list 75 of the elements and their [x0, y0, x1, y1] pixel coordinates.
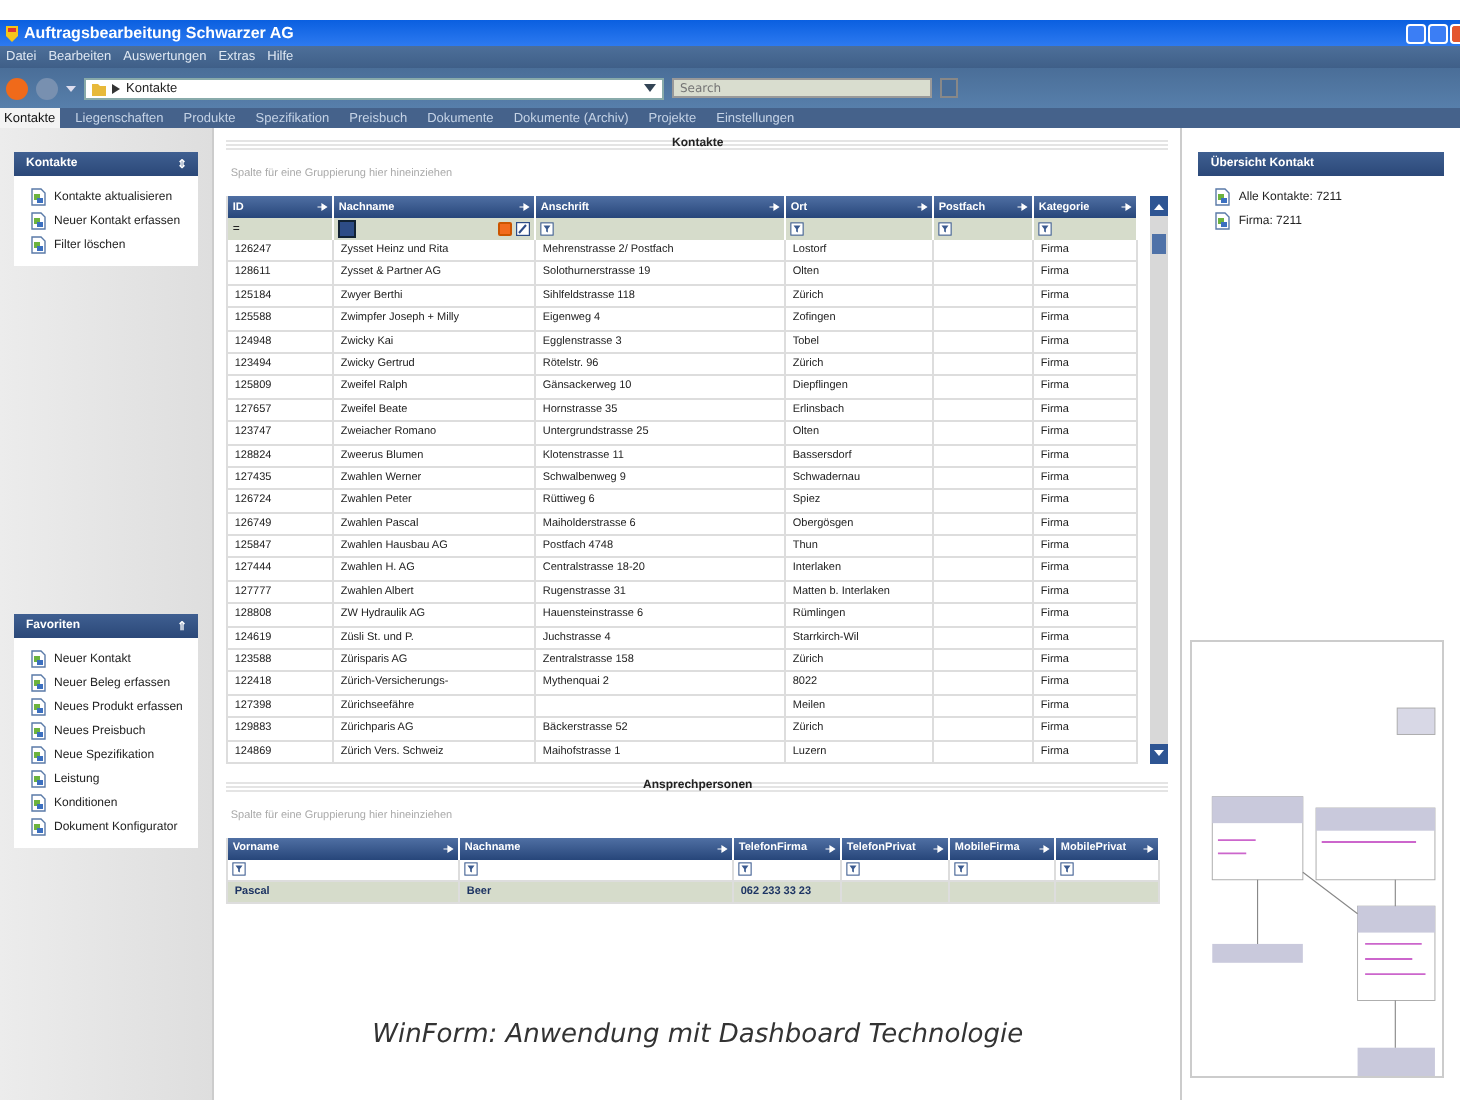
- pin-icon[interactable]: [768, 202, 781, 212]
- filter-icon[interactable]: [938, 222, 953, 236]
- close-button[interactable]: [1450, 23, 1460, 43]
- app-icon: [6, 25, 18, 41]
- filter-icon[interactable]: [954, 862, 969, 877]
- pin-icon[interactable]: [716, 843, 729, 854]
- caret-icon[interactable]: [644, 84, 656, 92]
- scroll-up-button[interactable]: [1150, 196, 1169, 216]
- document-icon: [30, 770, 46, 788]
- document-icon: [30, 188, 46, 206]
- document-icon: [1214, 212, 1231, 230]
- breadcrumb-arrow-icon[interactable]: [112, 83, 120, 93]
- document-icon: [30, 674, 46, 692]
- table-cell: [934, 604, 1035, 628]
- edit-icon[interactable]: [516, 222, 531, 236]
- table-cell: [934, 376, 1035, 400]
- table-cell: [934, 741, 1035, 764]
- filter-field[interactable]: [338, 220, 357, 238]
- table-cell: [934, 490, 1035, 514]
- up-arrow-icon: [1154, 203, 1165, 209]
- pin-icon[interactable]: [1120, 202, 1133, 212]
- pin-icon[interactable]: [916, 202, 929, 212]
- document-icon: [30, 698, 46, 716]
- window-title: Auftragsbearbeitung Schwarzer AG: [24, 24, 294, 42]
- table-cell: [934, 695, 1035, 719]
- table-cell: [934, 558, 1035, 582]
- table-cell: [934, 718, 1035, 742]
- table-cell: [934, 467, 1035, 491]
- table-cell: [934, 650, 1035, 673]
- filter-icon[interactable]: [846, 862, 861, 877]
- table-cell: [934, 399, 1035, 423]
- table-cell: [934, 331, 1035, 354]
- restore-button[interactable]: [1428, 23, 1448, 43]
- table-cell: [934, 308, 1035, 332]
- table-cell: [934, 581, 1035, 605]
- scroll-thumb[interactable]: [1152, 233, 1167, 254]
- table-cell: [934, 262, 1035, 286]
- pin-icon[interactable]: [442, 843, 455, 854]
- document-icon: [30, 746, 46, 764]
- filter-icon[interactable]: [738, 862, 753, 877]
- document-icon: [30, 236, 46, 254]
- document-icon: [1214, 188, 1231, 206]
- dropdown-icon[interactable]: [66, 85, 76, 91]
- document-icon: [30, 650, 46, 668]
- table-cell: [934, 536, 1035, 559]
- pin-icon[interactable]: [1016, 202, 1029, 212]
- table-cell: [934, 513, 1035, 537]
- down-arrow-icon: [1154, 750, 1165, 757]
- pin-icon[interactable]: [1038, 843, 1051, 854]
- table-cell: [934, 285, 1035, 309]
- pin-icon[interactable]: [824, 843, 837, 854]
- document-icon: [30, 212, 46, 230]
- folder-icon: [92, 81, 106, 95]
- filter-icon[interactable]: [1038, 222, 1053, 236]
- pin-icon[interactable]: [316, 202, 329, 212]
- table-cell: [934, 672, 1035, 696]
- filter-icon[interactable]: [464, 862, 479, 877]
- caption: WinForm: Anwendung mit Dashboard Technologie: [370, 1020, 1026, 1051]
- filter-icon[interactable]: [232, 862, 247, 877]
- table-cell: [934, 445, 1035, 468]
- pin-icon[interactable]: [932, 843, 945, 854]
- table-cell: [934, 422, 1035, 446]
- document-icon: [30, 818, 46, 836]
- pin-icon[interactable]: [518, 202, 531, 212]
- minimize-button[interactable]: [1406, 23, 1426, 43]
- filter-icon[interactable]: [790, 222, 805, 236]
- table-cell: [934, 353, 1035, 377]
- document-icon: [30, 722, 46, 740]
- table-cell: [934, 627, 1035, 651]
- document-icon: [30, 794, 46, 812]
- scroll-down-button[interactable]: [1150, 743, 1169, 764]
- filter-icon[interactable]: [540, 222, 555, 236]
- filter-icon[interactable]: [1060, 862, 1075, 877]
- table-cell: [934, 240, 1035, 263]
- pin-icon[interactable]: [1142, 843, 1155, 854]
